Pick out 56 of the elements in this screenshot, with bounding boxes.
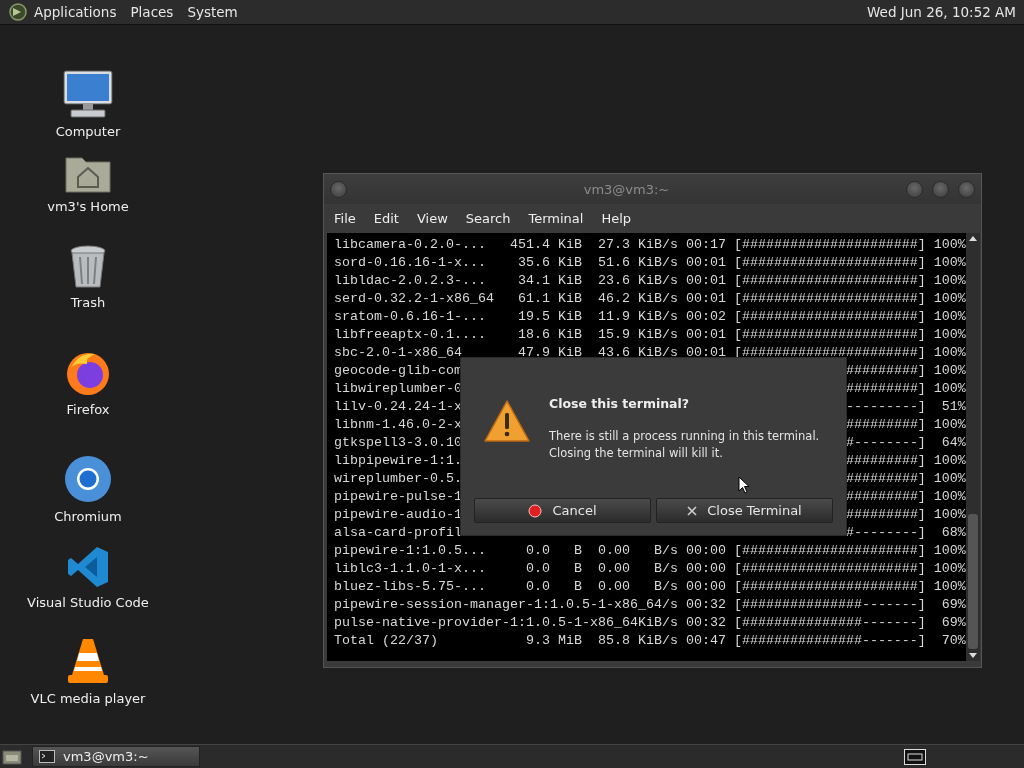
terminal-line: #--------] 64% — [845, 434, 966, 452]
desktop-icon-label[interactable]: Firefox — [66, 402, 110, 417]
panel-menu[interactable]: Applications — [34, 4, 117, 20]
desktop-icon-label[interactable]: Trash — [70, 295, 106, 310]
terminal-line: sbc-2.0-1-x86_64 47.9 KiB 43.6 KiB/s 00:01 [######################] 100% — [334, 344, 966, 362]
dialog-title: Close this terminal? — [549, 396, 691, 411]
terminal-line: pipewire-audio-1 — [334, 506, 462, 524]
terminal-line: libpipewire-1:1. — [334, 452, 462, 470]
terminal-line: Total (22/37) 9.3 MiB 85.8 KiB/s 00:47 [###############-------] 70% — [334, 632, 966, 650]
terminal-line: #########] 100% — [845, 452, 966, 470]
terminal-line: geocode-glib-com — [334, 362, 462, 380]
terminal-line: lilv-0.24.24-1-x — [334, 398, 462, 416]
terminal-line: serd-0.32.2-1-x86_64 61.1 KiB 46.2 KiB/s 00:01 [######################] 100% — [334, 290, 966, 308]
terminal-line: #--------] 68% — [845, 524, 966, 542]
terminal-line: wireplumber-0.5. — [334, 470, 462, 488]
menu-item[interactable]: File — [334, 211, 356, 226]
desktop-icon-label[interactable]: Visual Studio Code — [27, 595, 149, 610]
terminal-line: alsa-card-profil — [334, 524, 462, 542]
terminal-line: libnm-1.46.0-2-x — [334, 416, 462, 434]
menu-item[interactable]: View — [416, 211, 448, 226]
menu-item[interactable]: Terminal — [528, 211, 584, 226]
desktop-icon-label[interactable]: VLC media player — [30, 691, 146, 706]
terminal-line: #########] 100% — [845, 380, 966, 398]
desktop-icon-label[interactable]: vm3's Home — [47, 199, 129, 214]
menu-item[interactable]: Help — [601, 211, 632, 226]
terminal-line: libfreeaptx-0.1.... 18.6 KiB 15.9 KiB/s 00:01 [######################] 100% — [334, 326, 966, 344]
terminal-line: bluez-libs-5.75-... 0.0 B 0.00 B/s 00:00 [######################] 100% — [334, 578, 966, 596]
terminal-line: pipewire-1:1.0.5... 0.0 B 0.00 B/s 00:00 [######################] 100% — [334, 542, 966, 560]
terminal-line: ---------] 51% — [845, 398, 966, 416]
desktop-icon-label[interactable]: Computer — [55, 124, 121, 139]
terminal-line: #########] 100% — [845, 416, 966, 434]
terminal-line: #########] 100% — [845, 362, 966, 380]
taskbar-button[interactable]: vm3@vm3:~ — [32, 746, 200, 767]
terminal-line: libldac-2.0.2.3-... 34.1 KiB 23.6 KiB/s 00:01 [######################] 100% — [334, 272, 966, 290]
terminal-line: sratom-0.6.16-1-... 19.5 KiB 11.9 KiB/s 00:02 [######################] 100% — [334, 308, 966, 326]
terminal-line: libwireplumber-0 — [334, 380, 462, 398]
menu-item[interactable]: Edit — [373, 211, 399, 226]
terminal-line: pipewire-pulse-1 — [334, 488, 462, 506]
terminal-line: pulse-native-provider-1:1.0.5-1-x86_64KiB/s 00:32 [###############-------] 69% — [334, 614, 966, 632]
terminal-line: libcamera-0.2.0-... 451.4 KiB 27.3 KiB/s 00:17 [######################] 100% — [334, 236, 966, 254]
menu-item[interactable]: Search — [465, 211, 511, 226]
panel-menu[interactable]: Places — [130, 4, 174, 20]
terminal-line: gtkspell3-3.0.10 — [334, 434, 462, 452]
terminal-line: sord-0.16.16-1-x... 35.6 KiB 51.6 KiB/s 00:01 [######################] 100% — [334, 254, 966, 272]
cancel-button[interactable]: Cancel — [474, 498, 651, 523]
panel-menu[interactable]: System — [187, 4, 238, 20]
window-title: vm3@vm3:~ — [582, 181, 671, 197]
terminal-line: #########] 100% — [845, 506, 966, 524]
dialog-message: There is still a process running in this terminal. Closing the terminal will kill it. — [549, 428, 820, 462]
terminal-line: liblc3-1.1.0-1-x... 0.0 B 0.00 B/s 00:00 [######################] 100% — [334, 560, 966, 578]
terminal-line: #########] 100% — [845, 470, 966, 488]
clock[interactable]: Wed Jun 26, 10:52 AM — [867, 4, 1016, 20]
terminal-line: #########] 100% — [845, 488, 966, 506]
desktop-icon-label[interactable]: Chromium — [54, 509, 122, 524]
terminal-line: pipewire-session-manager-1:1.0.5-1-x86_64/s 00:32 [###############-------] 69% — [334, 596, 966, 614]
close-terminal-button[interactable]: Close Terminal — [656, 498, 833, 523]
